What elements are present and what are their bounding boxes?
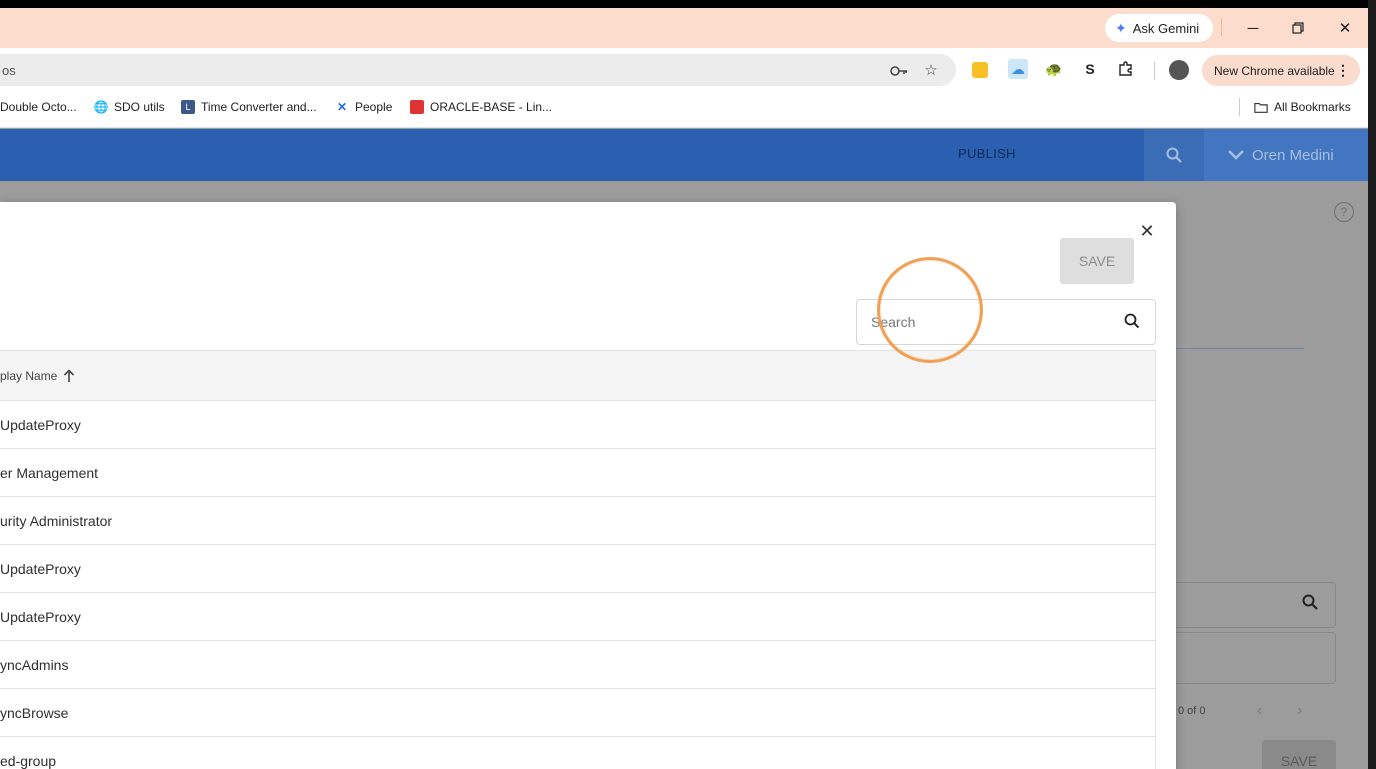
background-save-button[interactable]: SAVE (1262, 740, 1336, 769)
ask-gemini-label: Ask Gemini (1132, 20, 1200, 36)
row-display-name: yncBrowse (0, 704, 69, 721)
background-underline (1176, 348, 1304, 349)
bookmark-sdo-utils[interactable]: 🌐 SDO utils (94, 100, 165, 114)
row-display-name: yncAdmins (0, 656, 69, 673)
chevron-right-icon[interactable]: › (1297, 702, 1302, 720)
row-display-name: ed-group (0, 752, 57, 769)
bookmark-label: People (355, 100, 393, 114)
clock-icon: L (181, 100, 195, 114)
cloud-extension-icon[interactable]: ☁ (1008, 59, 1028, 79)
chevron-left-icon[interactable]: ‹ (1257, 702, 1262, 720)
extensions-puzzle-icon[interactable] (1116, 59, 1136, 79)
ask-gemini-button[interactable]: ✦ Ask Gemini (1105, 14, 1213, 42)
bookmarks-divider (1239, 98, 1240, 116)
help-icon[interactable]: ? (1334, 202, 1354, 222)
table-row[interactable]: UpdateProxy (0, 401, 1156, 449)
bookmark-label: ORACLE-BASE - Lin... (430, 100, 553, 114)
oracle-icon (410, 100, 424, 114)
table-row[interactable]: ed-group (0, 737, 1156, 769)
bookmark-label: Double Octo... (0, 100, 77, 114)
user-menu[interactable]: Oren Medini (1204, 129, 1368, 181)
confluence-icon: ✕ (336, 100, 348, 114)
background-list-box (1176, 632, 1336, 684)
globe-icon: 🌐 (93, 100, 109, 114)
roles-table: play Name UpdateProxy er Management urit… (0, 350, 1156, 769)
close-icon[interactable]: ✕ (1137, 221, 1157, 241)
close-window-icon[interactable]: ✕ (1330, 14, 1360, 42)
table-row[interactable]: UpdateProxy (0, 593, 1156, 641)
address-text: os (2, 62, 16, 78)
all-bookmarks-button[interactable]: All Bookmarks (1254, 100, 1351, 114)
gemini-sparkle-icon: ✦ (1115, 19, 1127, 36)
screen-right-edge (1368, 0, 1376, 769)
dialog-search-field[interactable] (856, 299, 1156, 345)
search-icon[interactable] (1122, 311, 1142, 331)
new-chrome-available-button[interactable]: New Chrome available ⋮ (1202, 55, 1360, 86)
all-bookmarks-label: All Bookmarks (1274, 100, 1351, 114)
row-display-name: UpdateProxy (0, 608, 81, 625)
table-row[interactable]: yncAdmins (0, 641, 1156, 689)
bookmark-label: SDO utils (114, 100, 165, 114)
table-row[interactable]: yncBrowse (0, 689, 1156, 737)
search-icon (1166, 147, 1182, 163)
row-display-name: UpdateProxy (0, 416, 81, 433)
restore-window-icon[interactable] (1283, 14, 1313, 42)
keep-notes-extension-icon[interactable] (972, 62, 988, 78)
screen: ✦ Ask Gemini ─ ✕ os ☆ ☁ 🐢 S New Chrome a… (0, 0, 1376, 769)
minimize-icon[interactable]: ─ (1238, 14, 1268, 42)
titlebar-divider (1221, 18, 1222, 36)
publish-link[interactable]: PUBLISH (958, 146, 1016, 161)
password-key-icon[interactable] (890, 62, 908, 80)
update-label: New Chrome available (1214, 63, 1335, 78)
save-button[interactable]: SAVE (1060, 238, 1134, 284)
folder-icon (1254, 100, 1268, 114)
chevron-down-icon (1228, 150, 1244, 160)
bookmark-time-converter[interactable]: L Time Converter and... (181, 100, 317, 114)
bookmark-oracle-base[interactable]: ORACLE-BASE - Lin... (410, 100, 552, 114)
table-row[interactable]: urity Administrator (0, 497, 1156, 545)
background-pager-text: 0 of 0 (1178, 705, 1206, 717)
kebab-menu-icon[interactable]: ⋮ (1336, 62, 1350, 79)
s-extension-icon[interactable]: S (1080, 59, 1100, 79)
screen-top-edge (0, 0, 1376, 8)
background-search-icon[interactable] (1302, 594, 1318, 615)
display-name-column-header[interactable]: play Name (0, 369, 57, 383)
browser-toolbar: os (0, 48, 1368, 92)
user-name: Oren Medini (1252, 146, 1334, 164)
row-display-name: urity Administrator (0, 512, 113, 529)
bookmark-star-icon[interactable]: ☆ (922, 61, 940, 79)
table-header: play Name (0, 350, 1156, 401)
row-display-name: er Management (0, 464, 99, 481)
bookmark-double-octo[interactable]: Double Octo... (0, 100, 77, 114)
search-input[interactable] (871, 312, 1111, 332)
profile-avatar[interactable] (1169, 60, 1189, 80)
header-search-button[interactable] (1144, 129, 1204, 181)
turtle-extension-icon[interactable]: 🐢 (1044, 59, 1064, 79)
bookmark-people[interactable]: ✕ People (335, 100, 392, 114)
row-display-name: UpdateProxy (0, 560, 81, 577)
bookmark-label: Time Converter and... (201, 100, 317, 114)
table-row[interactable]: UpdateProxy (0, 545, 1156, 593)
table-row[interactable]: er Management (0, 449, 1156, 497)
address-bar[interactable]: os (0, 54, 956, 86)
toolbar-divider (1154, 62, 1155, 80)
sort-ascending-icon (64, 368, 75, 382)
